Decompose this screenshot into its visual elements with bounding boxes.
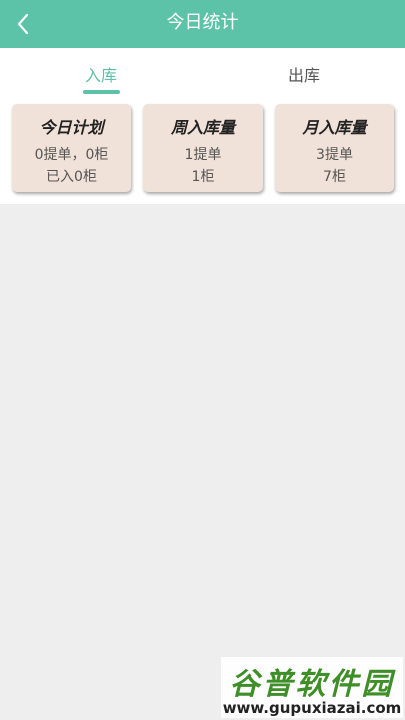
card-line-2: 1柜 bbox=[191, 169, 215, 185]
card-title: 周入库量 bbox=[170, 118, 235, 137]
page-title: 今日统计 bbox=[166, 12, 239, 33]
card-weekly-inbound: 周入库量 1提单 1柜 bbox=[143, 104, 263, 192]
tab-outbound[interactable]: 出库 bbox=[244, 58, 364, 98]
watermark-brand: 谷普软件园 bbox=[229, 667, 395, 702]
card-line-1: 0提单，0柜 bbox=[34, 147, 109, 163]
watermark: 谷普软件园 www.gupuxiazai.com bbox=[221, 657, 403, 718]
card-line-2: 7柜 bbox=[323, 169, 346, 185]
active-tab-indicator bbox=[83, 90, 120, 94]
card-title: 今日计划 bbox=[39, 118, 104, 137]
card-monthly-inbound: 月入库量 3提单 7柜 bbox=[275, 104, 394, 192]
card-line-1: 1提单 bbox=[184, 147, 222, 163]
card-today-plan: 今日计划 0提单，0柜 已入0柜 bbox=[12, 104, 131, 192]
top-bar: 今日统计 bbox=[0, 0, 405, 48]
watermark-url: www.gupuxiazai.com bbox=[222, 699, 402, 717]
card-line-1: 3提单 bbox=[316, 147, 353, 163]
card-title: 月入库量 bbox=[302, 118, 367, 137]
card-line-2: 已入0柜 bbox=[46, 169, 97, 185]
